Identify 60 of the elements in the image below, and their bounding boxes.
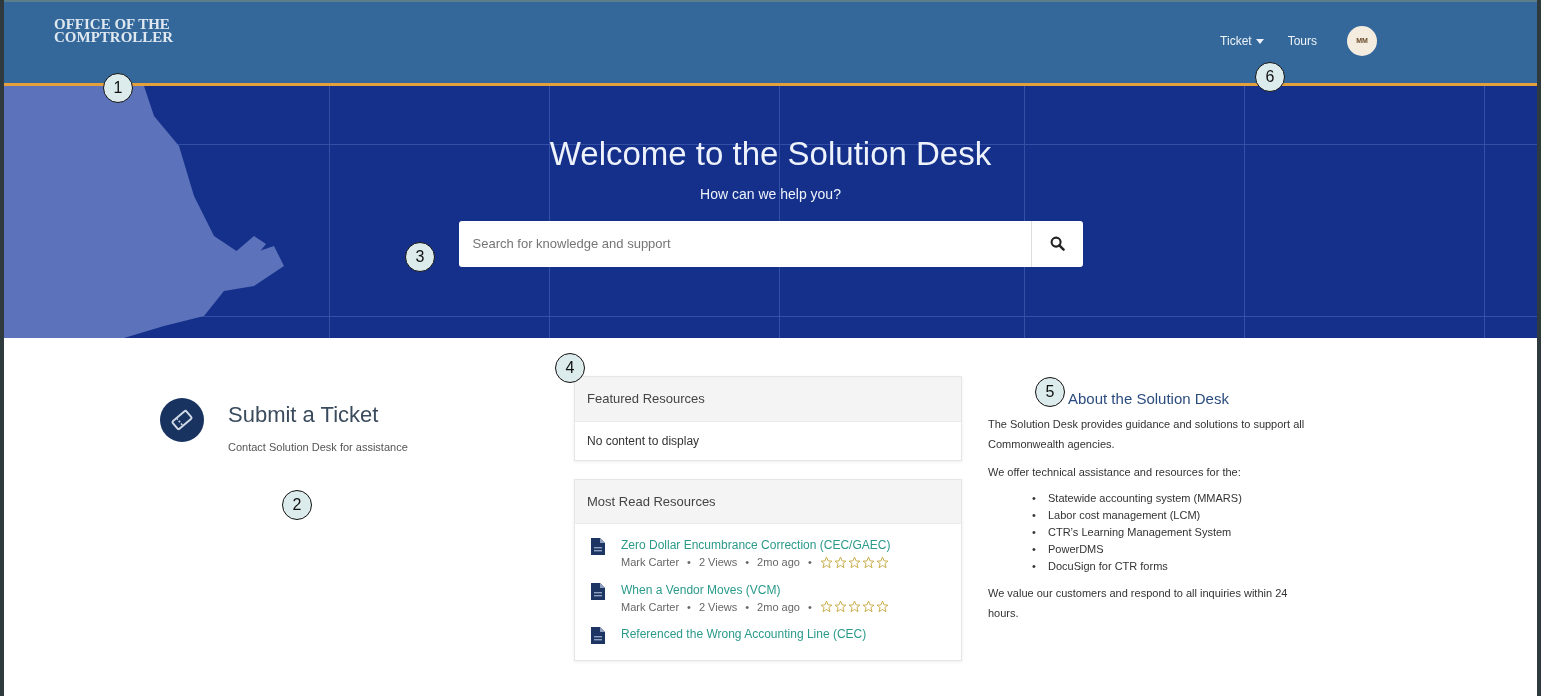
search-field[interactable]: Search for knowledge and support bbox=[458, 220, 1031, 267]
dropdown-link[interactable]: Ticket bbox=[1220, 32, 1264, 50]
document-icon bbox=[591, 627, 605, 644]
star-icon bbox=[833, 555, 847, 569]
list-item: Labor cost management (LCM) bbox=[1048, 508, 1201, 523]
view-count: 2 Views bbox=[698, 555, 738, 570]
document-icon bbox=[591, 582, 605, 600]
search-icon bbox=[1049, 236, 1065, 252]
callout-marker: 4 bbox=[555, 353, 585, 383]
ticket-icon[interactable] bbox=[160, 398, 204, 442]
star-icon bbox=[819, 555, 833, 569]
list-item: DocuSign for CTR forms bbox=[1048, 559, 1168, 574]
star-icon bbox=[847, 555, 861, 569]
star-icon bbox=[875, 555, 889, 569]
view-count: 2 Views bbox=[698, 599, 738, 615]
paragraph: The Solution Desk provides guidance and solutions to support all Commonwealth agencies. bbox=[988, 417, 1306, 452]
star-icon bbox=[847, 600, 861, 614]
bullet: • bbox=[1032, 542, 1037, 557]
resource-link[interactable]: Zero Dollar Encumbrance Correction (CEC/GAEC) bbox=[621, 536, 891, 554]
star-icon bbox=[833, 600, 847, 614]
timestamp: 2mo ago bbox=[757, 599, 800, 615]
document-icon bbox=[591, 538, 605, 555]
star-icon bbox=[819, 600, 833, 614]
star-icon bbox=[875, 600, 889, 614]
author-name: Mark Carter bbox=[621, 555, 680, 570]
bullet: • bbox=[1032, 525, 1037, 540]
separator-dot: • bbox=[745, 555, 750, 570]
paragraph: We value our customers and respond to all inquiries within 24 hours. bbox=[988, 586, 1289, 621]
callout-marker: 5 bbox=[1035, 377, 1065, 407]
bullet: • bbox=[1032, 491, 1037, 506]
logo[interactable]: OFFICE OF THE COMPTROLLER bbox=[54, 2, 174, 44]
author-name: Mark Carter bbox=[621, 599, 680, 615]
separator-dot: • bbox=[807, 599, 812, 615]
submit-ticket-link[interactable]: Submit a Ticket bbox=[228, 398, 408, 431]
section-title: About the Solution Desk bbox=[1068, 390, 1230, 408]
empty-message: No content to display bbox=[586, 432, 701, 450]
description: Contact Solution Desk for assistance bbox=[228, 440, 408, 455]
bullet: • bbox=[1032, 559, 1037, 574]
separator-dot: • bbox=[745, 599, 750, 615]
paragraph: We offer technical assistance and resources for the: bbox=[988, 465, 1242, 480]
separator-dot: • bbox=[687, 555, 691, 570]
list-item: Statewide accounting system (MMARS) bbox=[1048, 491, 1242, 506]
bullet: • bbox=[1032, 508, 1037, 523]
separator-dot: • bbox=[807, 555, 812, 570]
caret-icon bbox=[1255, 38, 1264, 44]
list-item: CTR’s Learning Management System bbox=[1048, 525, 1232, 540]
callout-marker: 2 bbox=[282, 490, 312, 520]
page-title: Welcome to the Solution Desk bbox=[549, 134, 992, 174]
resource-link[interactable]: Referenced the Wrong Accounting Line (CEC) bbox=[621, 625, 867, 643]
star-icon bbox=[861, 555, 875, 569]
star-icon bbox=[861, 600, 875, 614]
search-button[interactable] bbox=[1030, 220, 1083, 267]
card-header: Featured Resources bbox=[575, 377, 961, 422]
separator-dot: • bbox=[687, 599, 691, 615]
list-item: PowerDMS bbox=[1048, 542, 1104, 557]
card-header: Most Read Resources bbox=[575, 479, 961, 524]
timestamp: 2mo ago bbox=[757, 555, 800, 570]
subtitle: How can we help you? bbox=[700, 184, 841, 204]
resource-link[interactable]: When a Vendor Moves (VCM) bbox=[621, 580, 889, 599]
nav-link[interactable]: Tours bbox=[1287, 32, 1317, 50]
